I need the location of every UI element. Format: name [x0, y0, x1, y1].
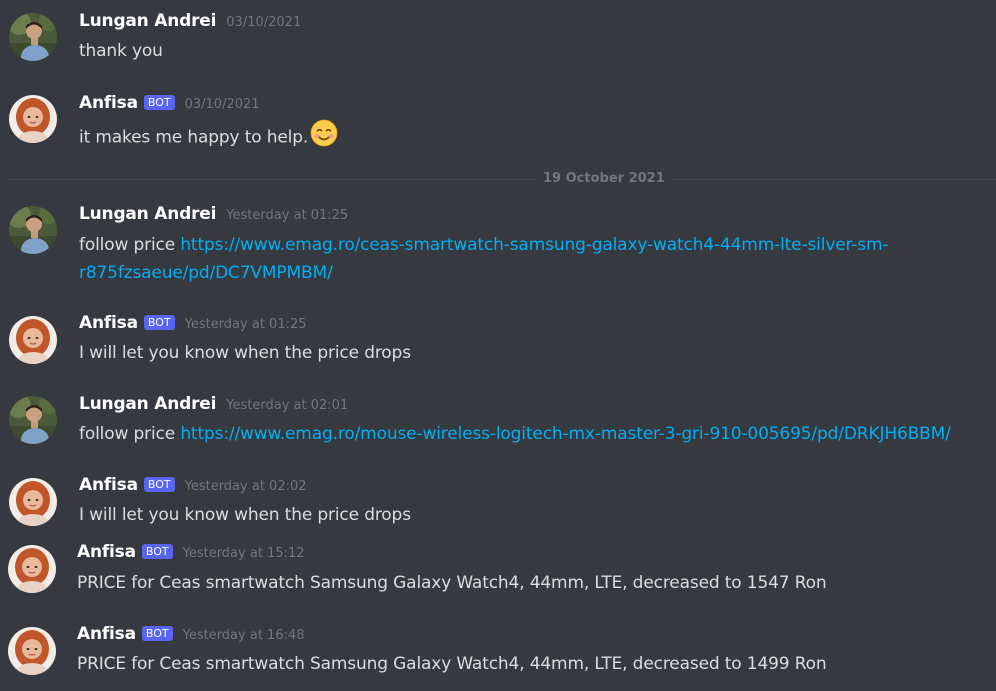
- timestamp: Yesterday at 15:12: [182, 546, 305, 561]
- message-text: PRICE for Ceas smartwatch Samsung Galaxy…: [77, 654, 827, 674]
- timestamp: Yesterday at 02:01: [226, 398, 349, 413]
- bot-avatar[interactable]: [9, 316, 57, 364]
- product-link-continued[interactable]: r875fzsaeue/pd/DC7VMPMBM/: [79, 263, 333, 283]
- timestamp: 03/10/2021: [226, 15, 302, 30]
- username[interactable]: Lungan Andrei: [79, 11, 216, 31]
- bot-avatar[interactable]: [8, 545, 56, 593]
- username[interactable]: Anfisa: [79, 313, 138, 333]
- username[interactable]: Lungan Andrei: [79, 204, 216, 224]
- username[interactable]: Anfisa: [79, 93, 138, 113]
- bot-avatar[interactable]: [9, 478, 57, 526]
- woman-portrait-avatar-icon: [9, 316, 57, 364]
- bot-badge: BOT: [143, 95, 175, 110]
- message-content: follow price https://www.emag.ro/ceas-sm…: [79, 231, 889, 287]
- bot-badge: BOT: [143, 315, 175, 330]
- message-text: thank you: [79, 41, 163, 61]
- message-text: it makes me happy to help.: [79, 127, 309, 148]
- message-content: it makes me happy to help.: [79, 119, 338, 156]
- woman-portrait-avatar-icon: [9, 95, 57, 143]
- timestamp: Yesterday at 16:48: [182, 628, 305, 643]
- date-divider-label: 19 October 2021: [535, 171, 673, 186]
- message-text: follow price: [79, 235, 181, 255]
- bot-avatar[interactable]: [9, 95, 57, 143]
- woman-portrait-avatar-icon: [9, 478, 57, 526]
- bot-badge: BOT: [143, 477, 175, 492]
- man-portrait-avatar-icon: [9, 396, 57, 444]
- username[interactable]: Lungan Andrei: [79, 394, 216, 414]
- woman-portrait-avatar-icon: [8, 627, 56, 675]
- timestamp: Yesterday at 01:25: [184, 317, 307, 332]
- message-text: follow price: [79, 424, 181, 444]
- man-portrait-avatar-icon: [9, 13, 57, 61]
- product-link[interactable]: https://www.emag.ro/ceas-smartwatch-sams…: [180, 235, 888, 255]
- product-link[interactable]: https://www.emag.ro/mouse-wireless-logit…: [180, 424, 951, 444]
- username[interactable]: Anfisa: [77, 624, 136, 644]
- user-avatar[interactable]: [9, 396, 57, 444]
- timestamp: Yesterday at 02:02: [184, 479, 307, 494]
- date-divider-line: [8, 179, 996, 180]
- smiling-face-emoji-icon: [310, 119, 338, 156]
- timestamp: 03/10/2021: [184, 97, 260, 112]
- message-text: I will let you know when the price drops: [79, 505, 411, 525]
- username[interactable]: Anfisa: [79, 475, 138, 495]
- woman-portrait-avatar-icon: [8, 545, 56, 593]
- man-portrait-avatar-icon: [9, 206, 57, 254]
- bot-avatar[interactable]: [8, 627, 56, 675]
- message-text: I will let you know when the price drops: [79, 343, 411, 363]
- username[interactable]: Anfisa: [77, 542, 136, 562]
- timestamp: Yesterday at 01:25: [226, 208, 349, 223]
- message-content: follow price https://www.emag.ro/mouse-w…: [79, 420, 996, 448]
- bot-badge: BOT: [141, 544, 173, 559]
- message-text: PRICE for Ceas smartwatch Samsung Galaxy…: [77, 573, 827, 593]
- user-avatar[interactable]: [9, 13, 57, 61]
- bot-badge: BOT: [141, 626, 173, 641]
- user-avatar[interactable]: [9, 206, 57, 254]
